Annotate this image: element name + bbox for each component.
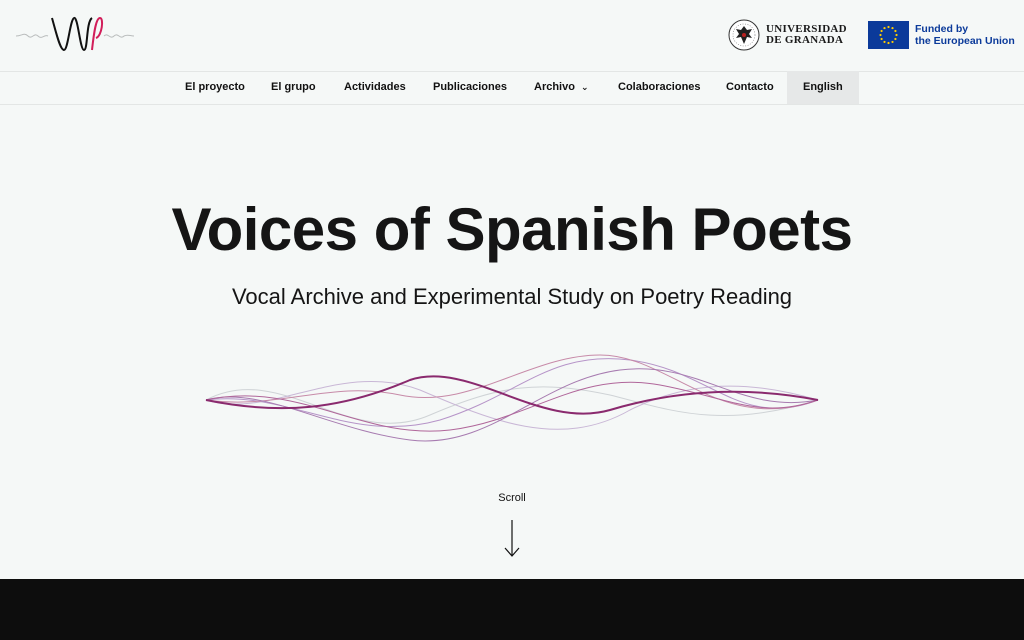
main-nav: El proyecto El grupo Actividades Publica…: [0, 71, 1024, 105]
eu-flag-icon: [868, 21, 909, 49]
eu-text-line2: the European Union: [915, 35, 1015, 47]
universidad-granada-logo[interactable]: UNIVERSIDAD DE GRANADA: [728, 19, 847, 51]
arrow-down-icon[interactable]: [504, 518, 520, 558]
eu-star-icon: [883, 26, 886, 30]
eu-star-icon: [880, 29, 883, 33]
nav-item-el-proyecto[interactable]: El proyecto: [185, 71, 245, 104]
eu-star-icon: [891, 26, 894, 30]
vsp-logo[interactable]: [16, 12, 134, 56]
nav-item-el-grupo[interactable]: El grupo: [271, 71, 316, 104]
nav-item-contacto[interactable]: Contacto: [726, 71, 774, 104]
university-name-line2: DE GRANADA: [766, 34, 844, 46]
eu-star-icon: [894, 29, 897, 33]
scroll-label[interactable]: Scroll: [0, 492, 1024, 504]
eu-star-icon: [891, 40, 894, 44]
eu-funding-badge: Funded by the European Union: [868, 21, 1015, 49]
ugr-crest-icon: [728, 19, 760, 51]
eu-star-icon: [883, 40, 886, 44]
dark-section-band: [0, 579, 1024, 640]
eu-star-icon: [887, 41, 890, 45]
chevron-down-icon: ⌄: [580, 82, 589, 92]
nav-item-publicaciones[interactable]: Publicaciones: [433, 71, 507, 104]
site-header: UNIVERSIDAD DE GRANADA Funded by the Eur…: [0, 0, 1024, 72]
eu-text-line1: Funded by: [915, 23, 969, 35]
sound-wave-illustration: [205, 354, 819, 442]
language-switch-english[interactable]: English: [787, 71, 859, 104]
page-subtitle: Vocal Archive and Experimental Study on …: [231, 284, 793, 309]
eu-star-icon: [894, 37, 897, 41]
eu-star-icon: [887, 25, 890, 29]
eu-star-icon: [879, 33, 882, 37]
page-title: Voices of Spanish Poets: [171, 196, 853, 263]
nav-item-archivo[interactable]: Archivo ⌄: [534, 71, 589, 104]
eu-star-icon: [880, 37, 883, 41]
nav-item-colaboraciones[interactable]: Colaboraciones: [618, 71, 701, 104]
eu-star-icon: [895, 33, 898, 37]
nav-item-archivo-label: Archivo: [534, 81, 575, 93]
nav-item-actividades[interactable]: Actividades: [344, 71, 406, 104]
